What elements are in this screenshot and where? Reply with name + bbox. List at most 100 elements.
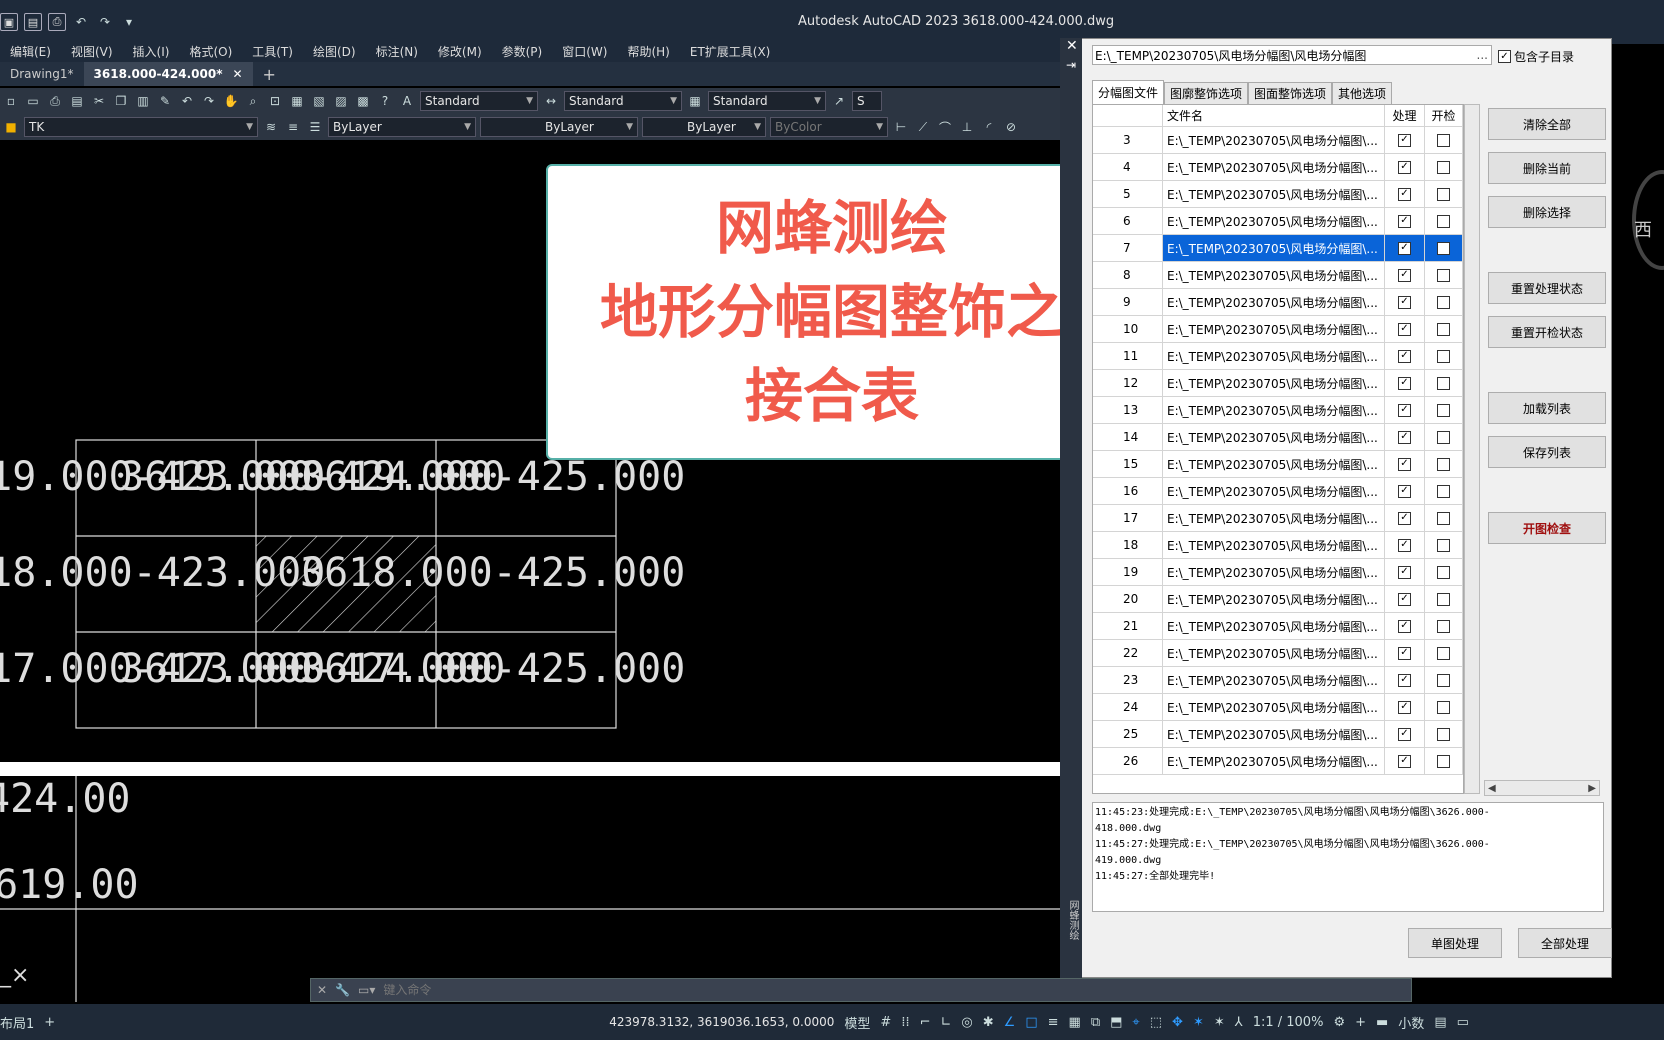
process-checkbox[interactable]: ✓ <box>1398 754 1411 768</box>
process-checkbox[interactable]: ✓ <box>1398 349 1411 363</box>
table-row[interactable]: 24 E:\_TEMP\20230705\风电场分幅图\... ✓ <box>1093 694 1463 721</box>
table-row[interactable]: 12 E:\_TEMP\20230705\风电场分幅图\... ✓ <box>1093 370 1463 397</box>
lineweight-icon[interactable]: ≡ <box>1048 1015 1059 1030</box>
open-icon[interactable]: ▭ <box>24 92 42 110</box>
3d-osnap-icon[interactable]: ⬒ <box>1110 1015 1122 1030</box>
open-check-checkbox[interactable] <box>1437 592 1450 606</box>
transparency-icon[interactable]: ▦ <box>1069 1015 1081 1030</box>
save-icon[interactable]: ▣ <box>0 13 18 31</box>
isodraft-icon[interactable]: ✱ <box>983 1015 994 1030</box>
open-check-checkbox[interactable] <box>1437 133 1450 147</box>
close-icon[interactable]: ✕ <box>1066 38 1078 54</box>
table-row[interactable]: 22 E:\_TEMP\20230705\风电场分幅图\... ✓ <box>1093 640 1463 667</box>
process-checkbox[interactable]: ✓ <box>1398 187 1411 201</box>
table-row[interactable]: 6 E:\_TEMP\20230705\风电场分幅图\... ✓ <box>1093 208 1463 235</box>
properties-icon[interactable]: ▦ <box>288 92 306 110</box>
menu-modify[interactable]: 修改(M) <box>428 43 492 60</box>
plot-icon[interactable]: ⎙ <box>46 92 64 110</box>
linetype-select[interactable]: ByLayer ▼ <box>480 117 638 137</box>
clean-screen-icon[interactable]: ▭ <box>1457 1015 1469 1030</box>
process-checkbox[interactable]: ✓ <box>1398 403 1411 417</box>
open-check-checkbox[interactable] <box>1437 430 1450 444</box>
file-name-cell[interactable]: E:\_TEMP\20230705\风电场分幅图\... <box>1163 181 1385 207</box>
color-select[interactable]: ByLayer ▼ <box>328 117 476 137</box>
single-process-button[interactable]: 单图处理 <box>1408 928 1502 958</box>
text-style-select[interactable]: Standard ▼ <box>420 91 538 111</box>
open-check-checkbox[interactable] <box>1437 754 1450 768</box>
process-checkbox[interactable]: ✓ <box>1398 646 1411 660</box>
process-checkbox[interactable]: ✓ <box>1398 511 1411 525</box>
open-check-checkbox[interactable] <box>1437 160 1450 174</box>
table-row[interactable]: 11 E:\_TEMP\20230705\风电场分幅图\... ✓ <box>1093 343 1463 370</box>
process-checkbox[interactable]: ✓ <box>1398 214 1411 228</box>
layout-tab[interactable]: 布局1 <box>0 1013 34 1032</box>
tab-other-options[interactable]: 其他选项 <box>1332 82 1393 104</box>
table-row[interactable]: 18 E:\_TEMP\20230705\风电场分幅图\... ✓ <box>1093 532 1463 559</box>
undo-icon[interactable]: ↶ <box>178 92 196 110</box>
table-row[interactable]: 14 E:\_TEMP\20230705\风电场分幅图\... ✓ <box>1093 424 1463 451</box>
file-name-cell[interactable]: E:\_TEMP\20230705\风电场分幅图\... <box>1163 694 1385 720</box>
polar-icon[interactable]: ◎ <box>961 1015 972 1030</box>
table-row[interactable]: 7 E:\_TEMP\20230705\风电场分幅图\... ✓ <box>1093 235 1463 262</box>
file-name-cell[interactable]: E:\_TEMP\20230705\风电场分幅图\... <box>1163 316 1385 342</box>
coordinates-readout[interactable]: 423978.3132, 3619036.1653, 0.0000 <box>609 1015 834 1029</box>
redo-icon[interactable]: ↷ <box>96 13 114 31</box>
grid-icon[interactable]: # <box>880 1015 891 1030</box>
table-row[interactable]: 5 E:\_TEMP\20230705\风电场分幅图\... ✓ <box>1093 181 1463 208</box>
open-check-checkbox[interactable] <box>1437 241 1450 255</box>
close-icon[interactable]: ✕ <box>317 983 327 997</box>
file-name-cell[interactable]: E:\_TEMP\20230705\风电场分幅图\... <box>1163 667 1385 693</box>
file-name-cell[interactable]: E:\_TEMP\20230705\风电场分幅图\... <box>1163 262 1385 288</box>
process-checkbox[interactable]: ✓ <box>1398 133 1411 147</box>
open-check-checkbox[interactable] <box>1437 700 1450 714</box>
dim-ordinate-icon[interactable]: ⊥ <box>958 118 976 136</box>
pin-icon[interactable]: ⇥ <box>1066 58 1076 72</box>
open-check-checkbox[interactable] <box>1437 673 1450 687</box>
file-name-cell[interactable]: E:\_TEMP\20230705\风电场分幅图\... <box>1163 154 1385 180</box>
open-check-checkbox[interactable] <box>1437 295 1450 309</box>
process-checkbox[interactable]: ✓ <box>1398 673 1411 687</box>
osnap-icon[interactable]: □ <box>1025 1015 1037 1030</box>
tab-drawing1[interactable]: Drawing1* <box>0 62 84 86</box>
dim-arc-icon[interactable]: ⌒ <box>936 118 954 136</box>
process-checkbox[interactable]: ✓ <box>1398 484 1411 498</box>
process-checkbox[interactable]: ✓ <box>1398 268 1411 282</box>
file-name-cell[interactable]: E:\_TEMP\20230705\风电场分幅图\... <box>1163 586 1385 612</box>
selection-filter-icon[interactable]: ⬚ <box>1150 1015 1162 1030</box>
table-row[interactable]: 26 E:\_TEMP\20230705\风电场分幅图\... ✓ <box>1093 748 1463 775</box>
open-check-checkbox[interactable] <box>1437 727 1450 741</box>
file-name-cell[interactable]: E:\_TEMP\20230705\风电场分幅图\... <box>1163 640 1385 666</box>
file-name-cell[interactable]: E:\_TEMP\20230705\风电场分幅图\... <box>1163 343 1385 369</box>
layer-previous-icon[interactable]: ≡ <box>284 118 302 136</box>
open-check-checkbox[interactable] <box>1437 268 1450 282</box>
file-name-cell[interactable]: E:\_TEMP\20230705\风电场分幅图\... <box>1163 370 1385 396</box>
open-check-checkbox[interactable] <box>1437 322 1450 336</box>
vertical-scrollbar[interactable] <box>1464 104 1480 794</box>
process-checkbox[interactable]: ✓ <box>1398 538 1411 552</box>
dim-aligned-icon[interactable]: ⟋ <box>914 118 932 136</box>
process-checkbox[interactable]: ✓ <box>1398 376 1411 390</box>
tab-sheet-files[interactable]: 分幅图文件 <box>1092 80 1165 104</box>
include-subdir-checkbox[interactable]: ✓ 包含子目录 <box>1498 48 1574 65</box>
open-check-checkbox[interactable] <box>1437 538 1450 552</box>
open-check-checkbox[interactable] <box>1437 619 1450 633</box>
menu-edit[interactable]: 编辑(E) <box>0 43 61 60</box>
file-name-cell[interactable]: E:\_TEMP\20230705\风电场分幅图\... <box>1163 289 1385 315</box>
layer-lock-icon[interactable]: ■ <box>2 118 20 136</box>
horizontal-scrollbar[interactable]: ◀ ▶ <box>1484 780 1600 796</box>
layer-properties-icon[interactable]: ≋ <box>262 118 280 136</box>
selection-cycling-icon[interactable]: ⧉ <box>1091 1015 1100 1030</box>
menu-parametric[interactable]: 参数(P) <box>492 43 553 60</box>
table-row[interactable]: 13 E:\_TEMP\20230705\风电场分幅图\... ✓ <box>1093 397 1463 424</box>
process-checkbox[interactable]: ✓ <box>1398 565 1411 579</box>
file-name-cell[interactable]: E:\_TEMP\20230705\风电场分幅图\... <box>1163 397 1385 423</box>
menu-draw[interactable]: 绘图(D) <box>303 43 366 60</box>
tab-frame-options[interactable]: 图廓整饰选项 <box>1164 82 1249 104</box>
osnap-tracking-icon[interactable]: ∠ <box>1004 1015 1016 1030</box>
log-output[interactable]: 11:45:23:处理完成:E:\_TEMP\20230705\风电场分幅图\风… <box>1092 802 1604 912</box>
open-check-checkbox[interactable] <box>1437 646 1450 660</box>
table-row[interactable]: 19 E:\_TEMP\20230705\风电场分幅图\... ✓ <box>1093 559 1463 586</box>
process-checkbox[interactable]: ✓ <box>1398 700 1411 714</box>
plus-icon[interactable]: + <box>1355 1015 1366 1030</box>
file-name-cell[interactable]: E:\_TEMP\20230705\风电场分幅图\... <box>1163 424 1385 450</box>
